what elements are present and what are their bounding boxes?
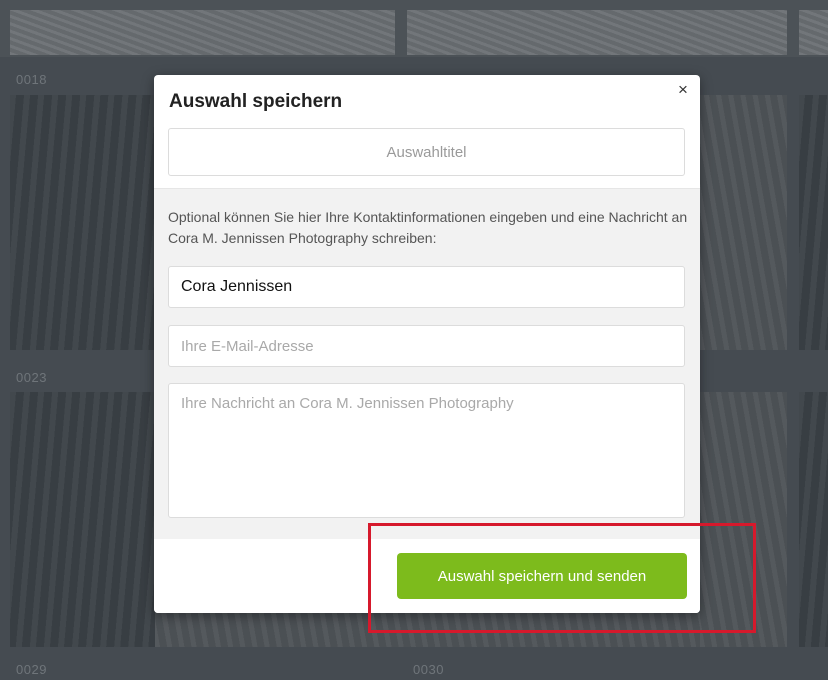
gallery-photo	[799, 95, 828, 350]
highlight-box	[368, 523, 756, 633]
gallery-photo	[10, 392, 155, 647]
gallery-label: 0029	[16, 662, 47, 677]
gallery-top-row	[0, 0, 828, 57]
gallery-label: 0030	[413, 662, 444, 677]
gallery-photo	[10, 10, 395, 55]
message-textarea[interactable]	[168, 383, 685, 518]
gallery-label: 0023	[16, 370, 47, 385]
email-input[interactable]	[168, 325, 685, 367]
selection-title-input[interactable]	[168, 128, 685, 176]
gallery-photo	[799, 10, 828, 55]
dialog-title: Auswahl speichern	[169, 91, 343, 112]
gallery-label: 0018	[16, 72, 47, 87]
close-icon[interactable]: ×	[674, 81, 692, 99]
name-input[interactable]	[168, 266, 685, 308]
gallery-photo	[799, 392, 828, 647]
gallery-photo	[700, 95, 787, 350]
gallery-photo	[10, 95, 155, 350]
contact-info-text: Optional können Sie hier Ihre Kontaktinf…	[168, 209, 688, 246]
gallery-photo	[407, 10, 787, 55]
